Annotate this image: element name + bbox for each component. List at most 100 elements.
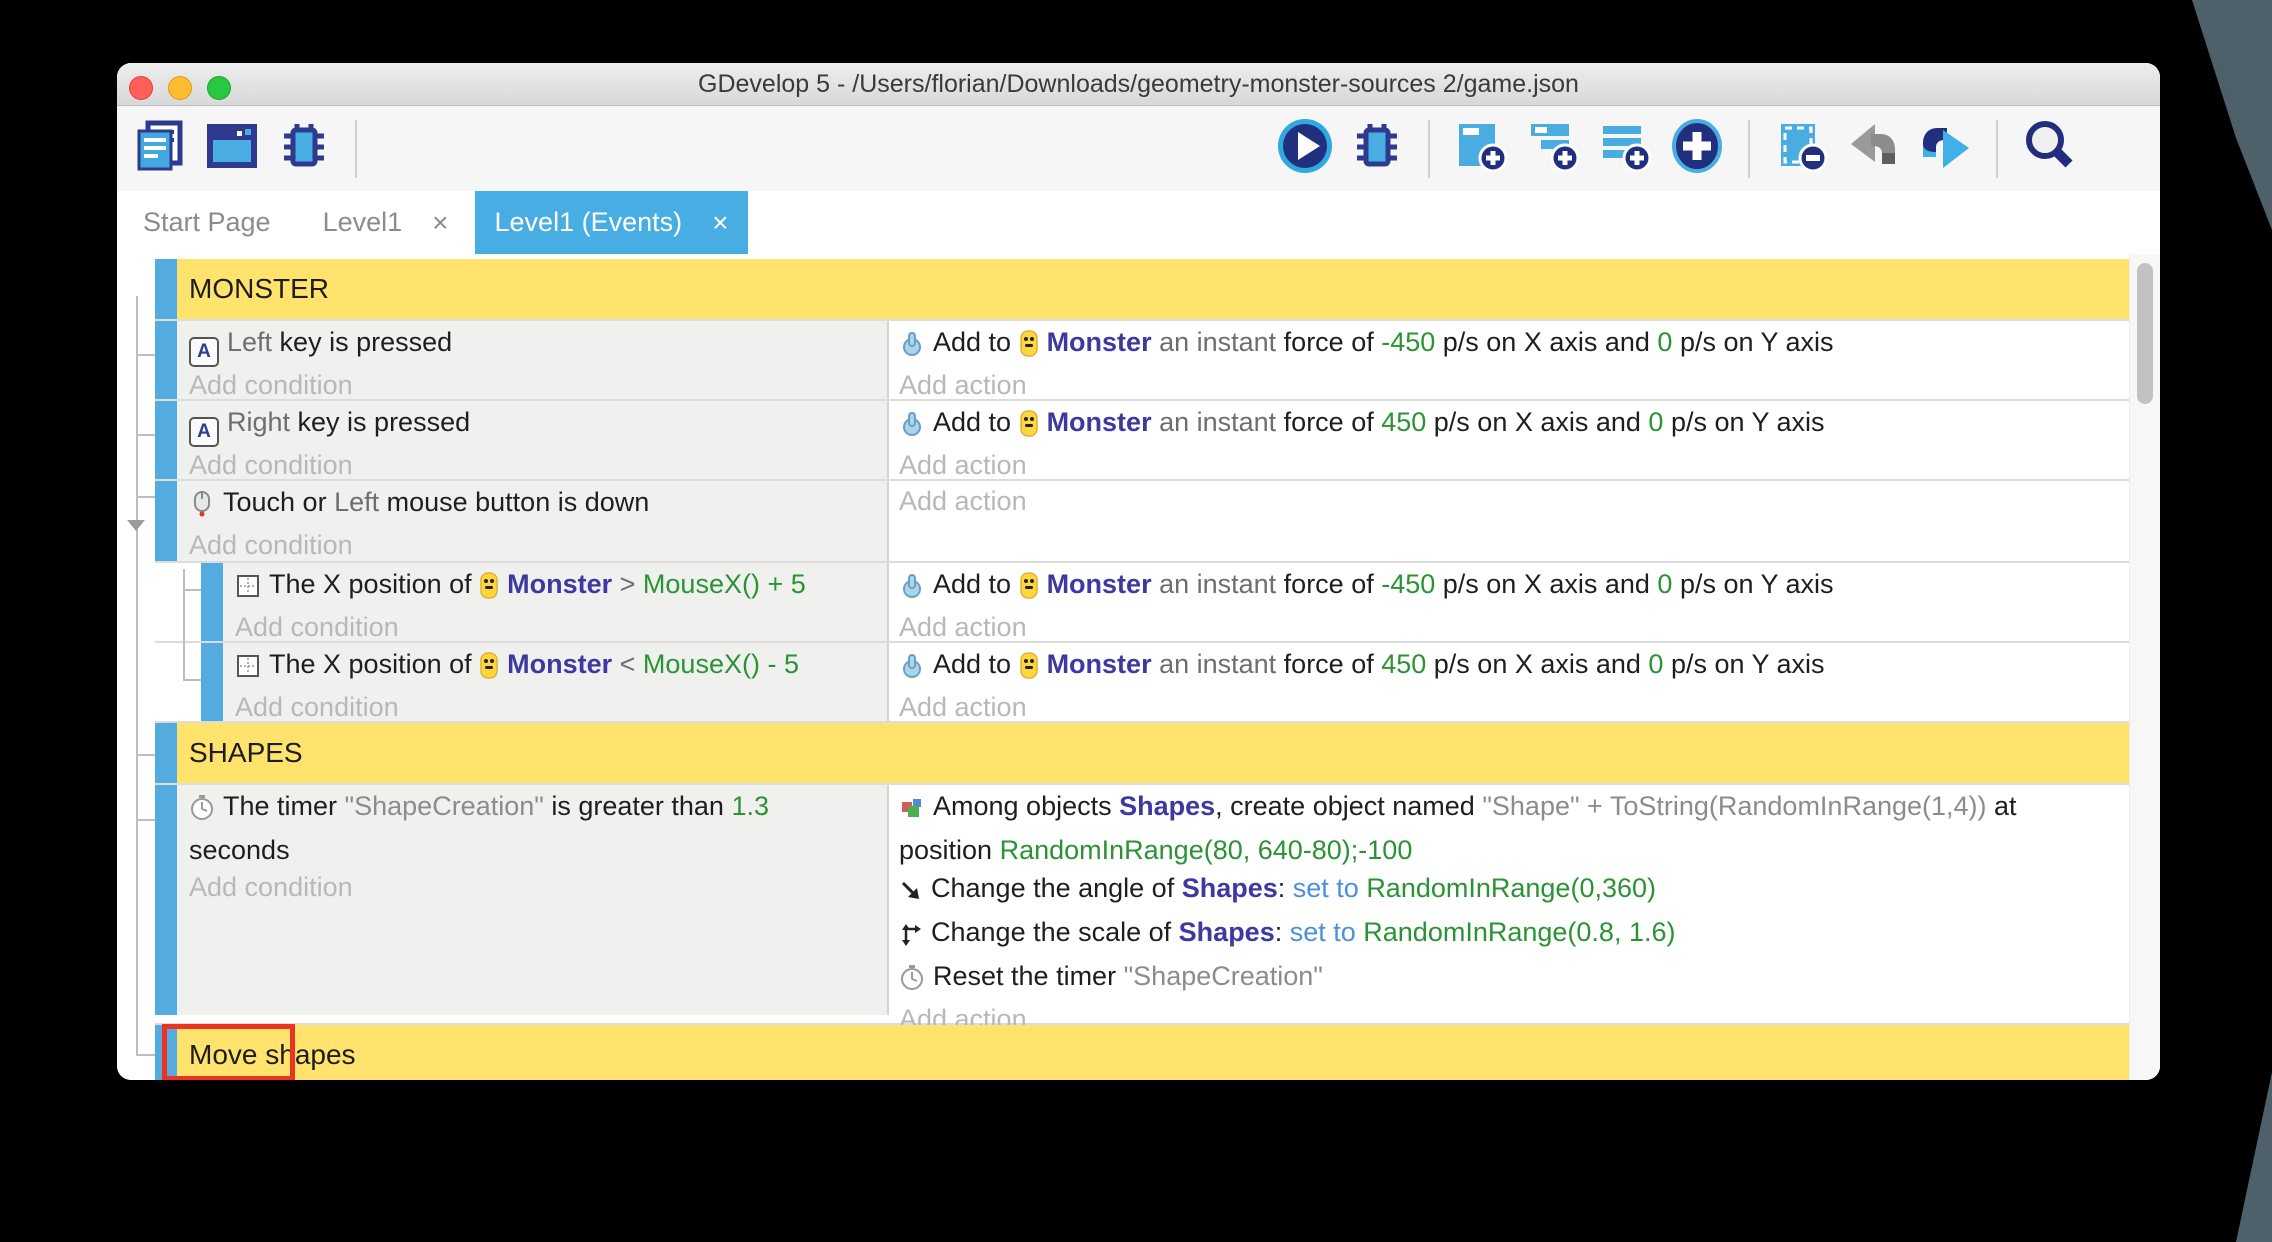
- add-action-button[interactable]: Add action: [899, 609, 2120, 645]
- monster-object-icon: [1019, 571, 1039, 609]
- tab-label: Level1 (Events): [495, 207, 683, 238]
- add-condition-button[interactable]: Add condition: [189, 447, 877, 483]
- action-change-scale[interactable]: Change the scale of Shapes: set to Rando…: [899, 913, 2120, 957]
- add-action-button[interactable]: Add action: [899, 367, 2120, 403]
- action-reset-timer[interactable]: Reset the timer "ShapeCreation": [899, 957, 2120, 1001]
- remove-event-icon: [1773, 118, 1829, 179]
- window-title: GDevelop 5 - /Users/florian/Downloads/ge…: [117, 63, 2160, 105]
- conditions-cell: The timer "ShapeCreation" is greater tha…: [177, 785, 887, 1015]
- scrollbar-thumb[interactable]: [2137, 263, 2153, 404]
- project-manager-button[interactable]: [131, 120, 189, 178]
- timer-icon: [189, 793, 215, 831]
- main-toolbar: [117, 106, 2160, 191]
- group-banner-label: MONSTER: [177, 259, 2130, 319]
- add-action-button[interactable]: Add action: [899, 447, 2120, 483]
- traffic-lights: [129, 76, 231, 100]
- toolbar-separator: [1996, 120, 1998, 178]
- subevent-row-pos-lt: The X position of Monster < MouseX() - 5…: [155, 641, 2130, 721]
- zoom-window-button[interactable]: [207, 76, 231, 100]
- add-condition-button[interactable]: Add condition: [235, 689, 877, 725]
- event-selection-bar: [155, 481, 177, 561]
- bug-icon: [1349, 118, 1405, 179]
- condition-x-position[interactable]: The X position of Monster < MouseX() - 5: [235, 645, 877, 689]
- tab-level1-events[interactable]: Level1 (Events) ×: [475, 191, 749, 254]
- action-change-angle[interactable]: Change the angle of Shapes: set to Rando…: [899, 869, 2120, 913]
- action-add-force[interactable]: Add to Monster an instant force of 450 p…: [899, 403, 2120, 447]
- condition-x-position[interactable]: The X position of Monster > MouseX() + 5: [235, 565, 877, 609]
- event-selection-bar: [155, 321, 177, 399]
- timer-icon: [899, 963, 925, 1001]
- events-scrollbar[interactable]: [2129, 254, 2160, 1080]
- keyboard-key-icon: A: [189, 337, 219, 367]
- action-add-force[interactable]: Add to Monster an instant force of 450 p…: [899, 645, 2120, 689]
- play-preview-button[interactable]: [1276, 120, 1334, 178]
- undo-button[interactable]: [1844, 120, 1902, 178]
- close-tab-icon[interactable]: ×: [432, 207, 448, 239]
- tree-line: [136, 496, 155, 498]
- add-condition-button[interactable]: Add condition: [189, 367, 877, 403]
- action-create-object[interactable]: Among objects Shapes, create object name…: [899, 787, 2120, 831]
- group-banner-monster[interactable]: MONSTER: [155, 259, 2130, 319]
- action-create-object-wrap[interactable]: position RandomInRange(80, 640-80);-100: [899, 831, 2120, 869]
- action-add-force[interactable]: Add to Monster an instant force of -450 …: [899, 565, 2120, 609]
- add-action-button[interactable]: Add action: [899, 483, 2120, 519]
- search-button[interactable]: [2020, 120, 2078, 178]
- close-window-button[interactable]: [129, 76, 153, 100]
- tree-line: [136, 819, 155, 821]
- desktop-background-fragment: [2232, 1072, 2272, 1242]
- condition-left-key-pressed[interactable]: ALeft key is pressed: [189, 323, 877, 367]
- delete-event-button[interactable]: [1772, 120, 1830, 178]
- actions-cell: Add to Monster an instant force of 450 p…: [887, 401, 2130, 479]
- scene-editor-button[interactable]: [203, 120, 261, 178]
- group-banner-shapes[interactable]: SHAPES: [155, 721, 2130, 783]
- conditions-cell: The X position of Monster > MouseX() + 5…: [223, 563, 887, 641]
- condition-timer-wrap[interactable]: seconds: [189, 831, 877, 869]
- tab-level1[interactable]: Level1×: [297, 191, 475, 254]
- group-banner-label: Move shapes: [177, 1025, 2130, 1080]
- event-row-left-key: ALeft key is pressed Add condition Add t…: [155, 319, 2130, 399]
- group-banner-move-shapes[interactable]: Move shapes: [155, 1023, 2130, 1080]
- add-button[interactable]: [1668, 120, 1726, 178]
- add-condition-button[interactable]: Add condition: [189, 869, 877, 905]
- toolbar-separator: [1748, 120, 1750, 178]
- action-add-force[interactable]: Add to Monster an instant force of -450 …: [899, 323, 2120, 367]
- tree-line: [183, 569, 185, 679]
- close-tab-icon[interactable]: ×: [712, 207, 728, 239]
- tree-line: [136, 1054, 155, 1056]
- add-condition-button[interactable]: Add condition: [235, 609, 877, 645]
- add-event-button[interactable]: [1452, 120, 1510, 178]
- angle-arrow-icon: [899, 875, 923, 913]
- event-selection-bar: [155, 259, 177, 319]
- redo-button[interactable]: [1916, 120, 1974, 178]
- plus-circle-icon: [1669, 118, 1725, 179]
- conditions-cell: ALeft key is pressed Add condition: [177, 321, 887, 399]
- toolbar-separator: [1428, 120, 1430, 178]
- debugger-button[interactable]: [275, 120, 333, 178]
- conditions-cell: Touch or Left mouse button is down Add c…: [177, 481, 887, 561]
- condition-right-key-pressed[interactable]: ARight key is pressed: [189, 403, 877, 447]
- add-condition-button[interactable]: Add condition: [189, 527, 877, 563]
- minimize-window-button[interactable]: [168, 76, 192, 100]
- events-sheet: MONSTER ALeft key is pressed Add conditi…: [117, 254, 2160, 1080]
- tree-line: [136, 754, 155, 756]
- tab-start-page[interactable]: Start Page: [117, 191, 297, 254]
- add-comment-button[interactable]: [1596, 120, 1654, 178]
- title-bar: GDevelop 5 - /Users/florian/Downloads/ge…: [117, 63, 2160, 106]
- add-action-button[interactable]: Add action: [899, 689, 2120, 725]
- search-icon: [2021, 118, 2077, 179]
- condition-timer[interactable]: The timer "ShapeCreation" is greater tha…: [189, 787, 877, 831]
- actions-cell: Add to Monster an instant force of -450 …: [887, 321, 2130, 399]
- monster-object-icon: [479, 651, 499, 689]
- keyboard-key-icon: A: [189, 417, 219, 447]
- scale-arrows-icon: [899, 919, 923, 957]
- position-icon: [235, 651, 261, 689]
- condition-touch-or-mouse[interactable]: Touch or Left mouse button is down: [189, 483, 877, 527]
- add-subevent-button[interactable]: [1524, 120, 1582, 178]
- subevent-indent: [155, 563, 201, 641]
- monster-object-icon: [1019, 329, 1039, 367]
- objects-group-icon: [899, 793, 925, 831]
- actions-cell: Add to Monster an instant force of -450 …: [887, 563, 2130, 641]
- expand-collapse-arrow-icon[interactable]: [127, 520, 145, 531]
- debug-preview-button[interactable]: [1348, 120, 1406, 178]
- subevent-indent: [155, 643, 201, 721]
